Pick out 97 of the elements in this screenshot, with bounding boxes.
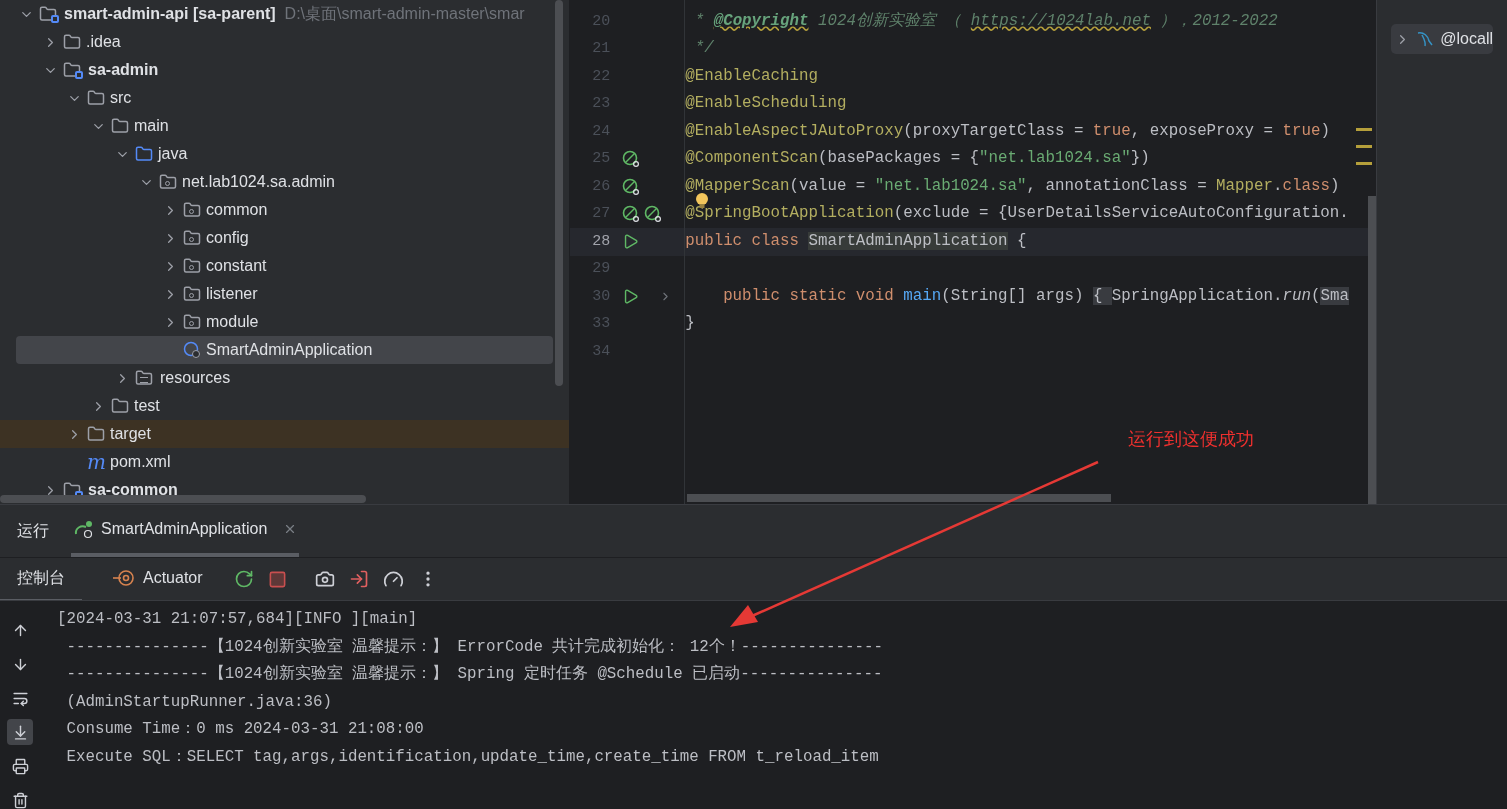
tree-item[interactable]: SmartAdminApplication	[16, 336, 554, 364]
tree-label: smart-admin-api [sa-parent]	[64, 4, 276, 24]
tree-path: D:\桌面\smart-admin-master\smar	[284, 4, 525, 24]
module-folder-icon	[63, 61, 83, 79]
folder-icon	[87, 89, 105, 107]
tree-item[interactable]: target	[0, 420, 570, 448]
module-folder-icon	[39, 5, 59, 23]
tree-item[interactable]: net.lab1024.sa.admin	[0, 168, 570, 196]
console-line: (AdminStartupRunner.java:36)	[65, 691, 333, 713]
console-line: Consume Time：0 ms 2024-03-31 21:08:00	[65, 719, 425, 740]
tree-label: listener	[206, 284, 258, 304]
scrollbar[interactable]	[687, 494, 1112, 502]
scrollbar[interactable]	[0, 495, 366, 503]
database-label: @locall	[1440, 29, 1493, 49]
console-line: [2024-03-31 21:07:57,684][INFO ][main]	[57, 609, 419, 630]
tree-item[interactable]: common	[0, 196, 570, 224]
tree-label: main	[134, 116, 169, 136]
console-line: ---------------【1024创新实验室 温馨提示：】 ErrorCode 共计完成初始化： 12个！---------------	[65, 636, 883, 658]
package-folder-icon	[183, 201, 201, 219]
line-number: 28	[591, 231, 611, 252]
code-line: @EnableCaching	[685, 65, 818, 87]
spring-run-icon	[73, 519, 95, 539]
package-folder-icon	[183, 229, 201, 247]
tree-item[interactable]: sa-admin	[0, 56, 570, 84]
class-icon	[183, 341, 201, 359]
tree-item[interactable]: m pom.xml	[0, 448, 570, 476]
database-icon	[1416, 30, 1435, 48]
tree-label: java	[158, 144, 188, 164]
package-folder-icon	[159, 173, 177, 191]
tree-label: module	[206, 312, 259, 332]
stop-icon[interactable]	[267, 569, 287, 589]
tree-label: src	[110, 88, 132, 108]
tree-label: resources	[160, 368, 231, 388]
tree-item[interactable]: constant	[0, 252, 570, 280]
tree-item[interactable]: listener	[0, 280, 570, 308]
code-line: public class SmartAdminApplication {	[685, 230, 1027, 252]
panel-title: 运行	[17, 521, 49, 541]
tree-label: constant	[206, 256, 267, 276]
tree-item[interactable]: smart-admin-api [sa-parent] D:\桌面\smart-admin-master\smar	[0, 0, 570, 28]
tree-label: config	[206, 228, 249, 248]
console-line: ---------------【1024创新实验室 温馨提示：】 Spring 定时任务 @Schedule 已启动---------------	[65, 663, 883, 685]
tree-item[interactable]: module	[0, 308, 570, 336]
tab-label: SmartAdminApplication	[101, 519, 268, 539]
tree-item[interactable]: test	[0, 392, 570, 420]
tree-label: test	[134, 396, 160, 416]
code-line: @MapperScan(value = "net.lab1024.sa", annotationClass = Mapper.class)	[685, 175, 1340, 197]
bean-icon[interactable]	[622, 150, 641, 169]
tree-label: SmartAdminApplication	[206, 340, 373, 360]
bean-icon[interactable]	[622, 177, 641, 196]
tree-item[interactable]: java	[0, 140, 570, 168]
tree-label: common	[206, 200, 268, 220]
tree-item[interactable]: .idea	[0, 28, 570, 56]
run-icon[interactable]	[622, 288, 640, 306]
tab-label: 控制台	[17, 568, 65, 588]
folder-icon	[111, 117, 129, 135]
tree-label: net.lab1024.sa.admin	[182, 172, 335, 192]
tree-item[interactable]: config	[0, 224, 570, 252]
maven-icon: m	[87, 452, 105, 472]
package-folder-icon	[183, 313, 201, 331]
folder-icon	[63, 33, 81, 51]
tree-label: sa-common	[88, 480, 178, 500]
folder-icon	[87, 425, 105, 443]
database-item[interactable]: @locall	[1391, 24, 1493, 54]
tree-item[interactable]: resources	[0, 364, 570, 392]
code-line: @EnableAspectJAutoProxy(proxyTargetClass = true, exposeProxy = true)	[685, 120, 1330, 142]
scrollbar[interactable]	[555, 0, 564, 386]
run-icon[interactable]	[622, 233, 640, 251]
tree-label: sa-admin	[88, 60, 159, 80]
package-folder-icon	[183, 257, 201, 275]
code-line: @ComponentScan(basePackages = {"net.lab1024.sa"})	[685, 148, 1150, 170]
annotation-text: 运行到这便成功	[1128, 428, 1254, 451]
code-line: }	[685, 313, 695, 335]
rerun-icon[interactable]	[233, 569, 254, 589]
package-folder-icon	[183, 285, 201, 303]
bean-icon[interactable]	[622, 205, 641, 224]
tree-label: target	[110, 424, 151, 444]
scroll-to-end-icon[interactable]	[7, 719, 33, 745]
folder-icon	[135, 145, 153, 163]
exit-icon[interactable]	[348, 569, 369, 589]
tab-label: Actuator	[143, 568, 203, 588]
console-tab[interactable]: Actuator	[96, 557, 220, 601]
folder-icon	[111, 397, 129, 415]
code-line: @EnableScheduling	[685, 93, 847, 115]
code-line: public static void main(String[] args) { SpringApplication.run(Sma	[722, 285, 1349, 307]
tree-item[interactable]: main	[0, 112, 570, 140]
camera-icon[interactable]	[314, 569, 335, 589]
bean-icon[interactable]	[644, 205, 663, 224]
code-line: * @Copyright 1024创新实验室 （ https://1024lab.net ），2012-2022	[693, 10, 1278, 32]
tree-label: pom.xml	[110, 452, 171, 472]
scrollbar[interactable]	[1368, 196, 1377, 504]
tree-label: .idea	[86, 32, 121, 52]
console-line: Execute SQL：SELECT tag,args,identification,update_time,create_time FROM t_reload_item	[65, 746, 880, 768]
actuator-icon	[113, 569, 135, 587]
resources-folder-icon	[135, 369, 155, 387]
code-line: @SpringBootApplication(exclude = {UserDetailsServiceAutoConfiguration.	[685, 202, 1349, 227]
code-line: */	[693, 38, 714, 60]
tree-item[interactable]: src	[0, 84, 570, 112]
